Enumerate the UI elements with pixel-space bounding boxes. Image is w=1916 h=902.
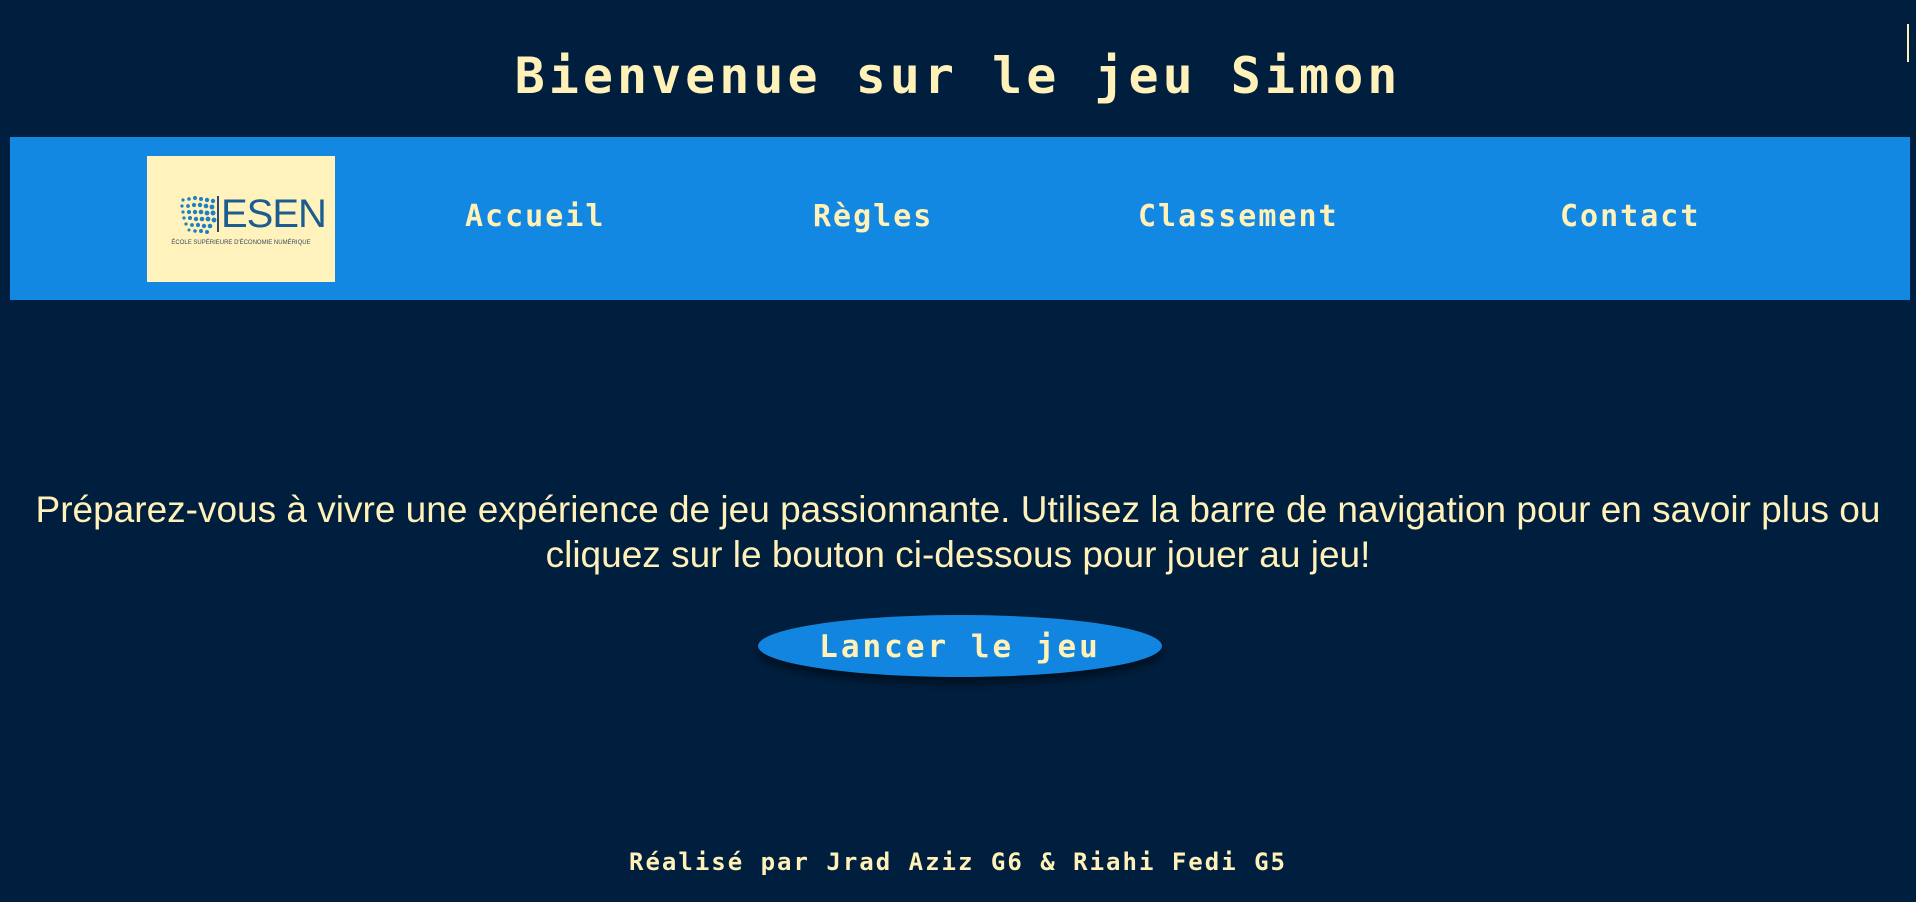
- nav-item-regles[interactable]: Règles: [813, 199, 933, 235]
- page-title: Bienvenue sur le jeu Simon: [514, 46, 1402, 105]
- text-cursor: [1907, 24, 1909, 62]
- logo-divider: [217, 196, 219, 232]
- nav-item-contact[interactable]: Contact: [1560, 199, 1700, 235]
- navigation-bar: ESEN ÉCOLE SUPÉRIEURE D'ÉCONOMIE NUMÉRIQ…: [10, 137, 1910, 300]
- logo-dots-icon: [180, 196, 217, 234]
- logo-text: ESEN: [221, 192, 327, 236]
- footer-credit: Réalisé par Jrad Aziz G6 & Riahi Fedi G5: [629, 848, 1287, 876]
- nav-item-classement[interactable]: Classement: [1138, 199, 1339, 235]
- launch-game-button[interactable]: Lancer le jeu: [758, 615, 1162, 677]
- esen-logo[interactable]: ESEN ÉCOLE SUPÉRIEURE D'ÉCONOMIE NUMÉRIQ…: [147, 156, 335, 282]
- logo-subtitle: ÉCOLE SUPÉRIEURE D'ÉCONOMIE NUMÉRIQUE: [171, 240, 311, 246]
- intro-text: Préparez-vous à vivre une expérience de …: [35, 489, 1881, 575]
- nav-item-accueil[interactable]: Accueil: [465, 199, 605, 235]
